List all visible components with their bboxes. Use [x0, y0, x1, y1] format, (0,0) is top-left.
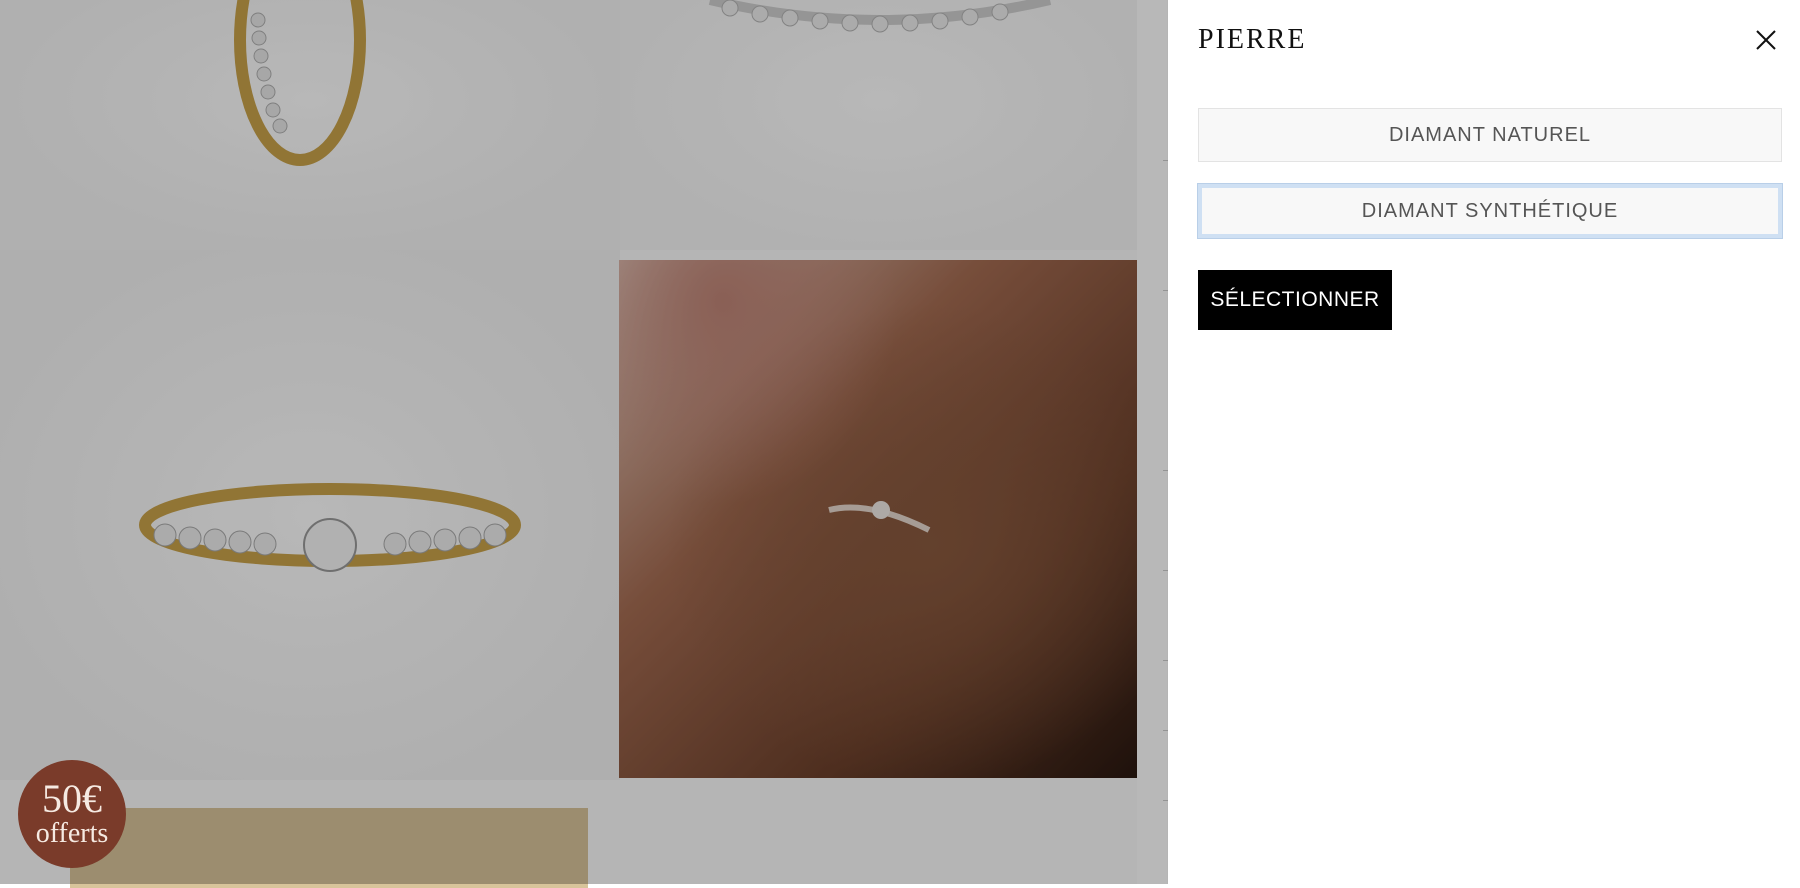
option-diamant-naturel[interactable]: DIAMANT NATUREL [1198, 108, 1782, 162]
promo-amount: 50€ [42, 776, 102, 821]
option-diamant-synthetique[interactable]: DIAMANT SYNTHÉTIQUE [1197, 183, 1783, 239]
promo-badge[interactable]: 50€ offerts [18, 760, 126, 868]
stone-selection-drawer: PIERRE DIAMANT NATUREL DIAMANT SYNTHÉTIQ… [1168, 0, 1800, 884]
promo-text: offerts [35, 818, 109, 849]
select-button[interactable]: SÉLECTIONNER [1198, 270, 1392, 330]
close-icon[interactable] [1752, 26, 1780, 54]
modal-overlay[interactable] [0, 0, 1168, 884]
drawer-title: PIERRE [1198, 24, 1307, 55]
